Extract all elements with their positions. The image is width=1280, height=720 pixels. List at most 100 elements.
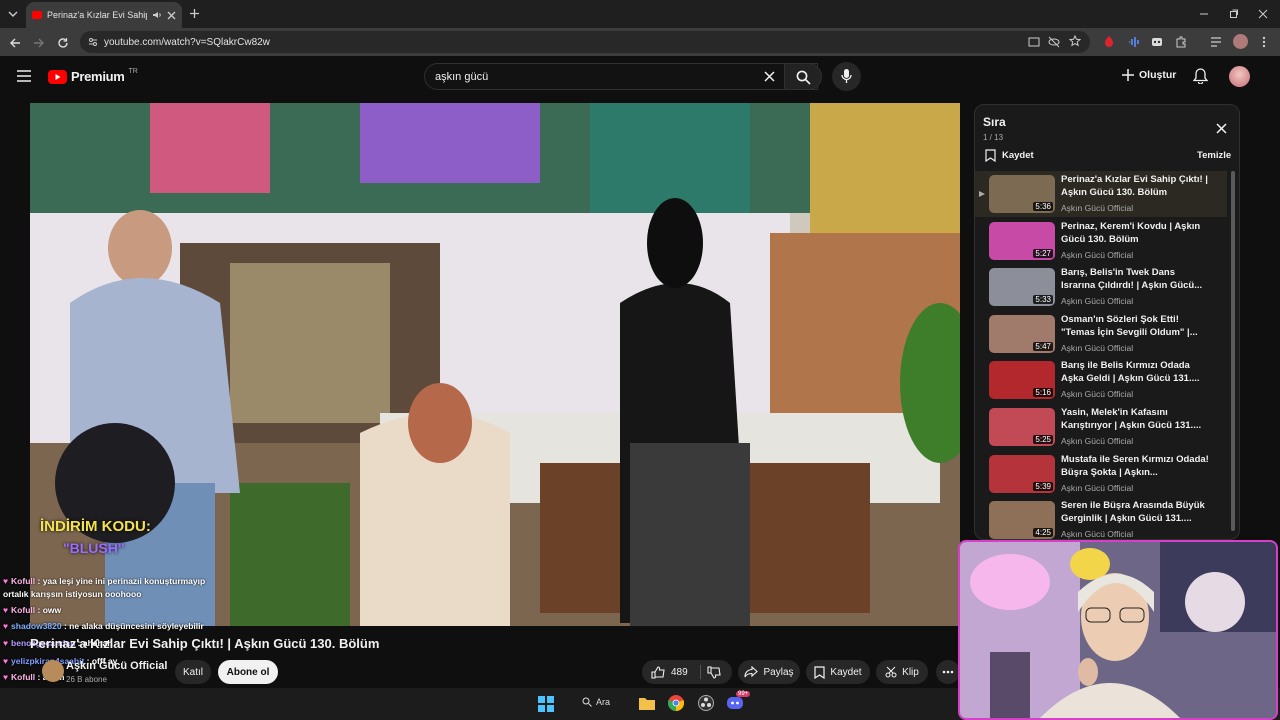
chrome-icon[interactable] xyxy=(668,695,684,711)
voice-search-button[interactable] xyxy=(832,62,861,91)
minimize-icon[interactable] xyxy=(1199,9,1209,19)
clip-button[interactable]: Klip xyxy=(876,660,928,684)
search-input[interactable]: aşkın gücü xyxy=(424,63,818,90)
queue-item[interactable]: 5:36 Perinaz'a Kızlar Evi Sahip Çıktı! | … xyxy=(975,173,1227,219)
share-icon xyxy=(744,666,759,678)
queue-position: 1 / 13 xyxy=(983,133,1004,142)
hamburger-menu-icon[interactable] xyxy=(17,70,31,82)
queue-item[interactable]: 5:39 Mustafa ile Seren Kırmızı Odada! Büş… xyxy=(975,453,1227,499)
chat-badge-icon: ♥ xyxy=(3,672,9,682)
queue-item-duration: 5:47 xyxy=(1033,341,1053,351)
cast-icon[interactable] xyxy=(1028,36,1040,48)
queue-item[interactable]: 5:27 Perinaz, Kerem'i Kovdu | Aşkın Gücü … xyxy=(975,220,1227,266)
taskbar-search-label: Ara xyxy=(596,697,611,707)
eye-off-icon[interactable] xyxy=(1048,36,1060,48)
extension-audio-icon[interactable] xyxy=(1127,36,1139,48)
queue-item-channel: Aşkın Gücü Official xyxy=(1061,296,1134,307)
queue-item-thumbnail: 5:25 xyxy=(989,408,1055,446)
close-tab-icon[interactable] xyxy=(167,11,176,20)
join-button[interactable]: Katıl xyxy=(175,660,211,684)
queue-item[interactable]: 5:16 Barış ile Belis Kırmızı Odada Aşka G… xyxy=(975,359,1227,405)
video-player[interactable]: İNDİRİM KODU: "BLUSH" xyxy=(30,103,960,626)
chat-message: ♥ Kofull : yaa leşi yine ini perinazıi ko… xyxy=(3,576,205,586)
queue-item-title: Barış, Belis'in Twek Dans Israrına Çıldı… xyxy=(1061,267,1203,292)
like-dislike-group: 489 xyxy=(642,660,732,684)
promo-overlay-code: İNDİRİM KODU: xyxy=(40,518,151,535)
webcam-frame xyxy=(960,542,1276,718)
youtube-logo[interactable]: Premium TR xyxy=(48,68,138,84)
chat-username: shadow3820 xyxy=(11,621,62,631)
close-queue-icon[interactable] xyxy=(1216,123,1227,134)
clip-label: Klip xyxy=(902,666,919,678)
profile-avatar[interactable] xyxy=(1233,34,1248,49)
share-button[interactable]: Paylaş xyxy=(738,660,800,684)
queue-item[interactable]: 5:33 Barış, Belis'in Twek Dans Israrına Ç… xyxy=(975,266,1227,312)
queue-item-duration: 5:16 xyxy=(1033,388,1053,398)
extension-red-icon[interactable] xyxy=(1104,36,1114,48)
queue-item[interactable]: 5:47 Osman'ın Sözleri Şok Etti! "Temas İç… xyxy=(975,313,1227,359)
queue-item-channel: Aşkın Gücü Official xyxy=(1061,203,1134,213)
plus-icon xyxy=(1122,69,1134,81)
queue-scrollbar[interactable] xyxy=(1231,171,1235,531)
dislike-icon[interactable] xyxy=(707,665,721,679)
queue-item-title: Mustafa ile Seren Kırmızı Odada! Büşra Ş… xyxy=(1061,453,1209,478)
queue-clear-button[interactable]: Temizle xyxy=(1197,150,1231,161)
tab-title: Perinaz'a Kızlar Evi Sahip Çı xyxy=(47,10,147,20)
back-icon[interactable] xyxy=(9,37,21,49)
bookmark-icon xyxy=(985,149,996,162)
queue-item-thumbnail: 5:47 xyxy=(989,314,1055,353)
more-actions-button[interactable] xyxy=(936,660,960,684)
file-explorer-icon[interactable] xyxy=(639,696,655,710)
promo-overlay-value: "BLUSH" xyxy=(63,540,125,556)
taskbar-search[interactable]: Ara xyxy=(582,697,610,707)
queue-item[interactable]: 5:25 Yasin, Melek'in Kafasını Karıştırıyo… xyxy=(975,406,1227,452)
create-button[interactable]: Oluştur xyxy=(1122,69,1176,81)
forward-icon[interactable] xyxy=(33,37,45,49)
chat-text: : ne alaka düşüncesini söyleyebilir xyxy=(63,621,204,631)
discord-icon[interactable] xyxy=(727,696,743,710)
queue-item-channel: Aşkın Gücü Official xyxy=(1061,529,1134,540)
chat-username: Kofull xyxy=(11,605,36,615)
extensions-puzzle-icon[interactable] xyxy=(1175,36,1187,48)
queue-item-channel: Aşkın Gücü Official xyxy=(1061,389,1134,400)
subscriber-count: 26 B abone xyxy=(66,675,107,684)
reading-list-icon[interactable] xyxy=(1210,36,1222,48)
bookmark-star-icon[interactable] xyxy=(1069,35,1081,47)
queue-item-thumbnail: 5:27 xyxy=(989,221,1055,260)
notifications-bell-icon[interactable] xyxy=(1193,68,1208,84)
browser-tab[interactable]: Perinaz'a Kızlar Evi Sahip Çı xyxy=(26,2,182,28)
queue-save-button[interactable]: Kaydet xyxy=(985,149,1034,162)
queue-save-label: Kaydet xyxy=(1002,150,1034,161)
queue-item-title: Perinaz'a Kızlar Evi Sahip Çıktı! | Aşkı… xyxy=(1061,174,1208,198)
queue-item-title: Seren ile Büşra Arasında Büyük Gerginlik… xyxy=(1061,500,1205,525)
save-video-button[interactable]: Kaydet xyxy=(806,660,870,684)
obs-icon[interactable] xyxy=(698,695,714,711)
account-avatar[interactable] xyxy=(1229,66,1250,87)
logo-text: Premium xyxy=(71,69,125,84)
windows-start-icon[interactable] xyxy=(538,696,554,712)
like-icon[interactable] xyxy=(651,665,665,679)
reload-icon[interactable] xyxy=(57,37,69,49)
close-window-icon[interactable] xyxy=(1258,9,1268,19)
channel-avatar[interactable] xyxy=(42,660,64,682)
subscribe-button[interactable]: Abone ol xyxy=(218,660,278,684)
browser-menu-icon[interactable] xyxy=(1261,36,1267,48)
tab-list-icon[interactable] xyxy=(7,8,19,20)
more-horizontal-icon xyxy=(942,670,954,674)
queue-item[interactable]: 4:25 Seren ile Büşra Arasında Büyük Gergi… xyxy=(975,499,1227,540)
search-button[interactable] xyxy=(784,63,822,90)
chat-text: : yaa leşi yine ini perinazıi konuşturma… xyxy=(37,576,206,586)
video-frame xyxy=(30,103,960,626)
create-label: Oluştur xyxy=(1139,69,1177,81)
chat-username: Kofull xyxy=(11,672,36,682)
new-tab-icon[interactable] xyxy=(189,8,200,19)
extension-mask-icon[interactable] xyxy=(1151,36,1163,48)
channel-name[interactable]: Aşkın Gücü Official xyxy=(66,660,167,672)
site-info-icon[interactable] xyxy=(88,37,98,47)
queue-item-duration: 5:36 xyxy=(1033,202,1053,211)
clear-search-icon[interactable] xyxy=(764,71,775,82)
restore-icon[interactable] xyxy=(1229,9,1239,19)
queue-item-duration: 4:25 xyxy=(1033,528,1053,538)
address-bar[interactable]: youtube.com/watch?v=SQlakrCw82w xyxy=(80,31,1090,53)
speaker-icon[interactable] xyxy=(152,10,162,20)
